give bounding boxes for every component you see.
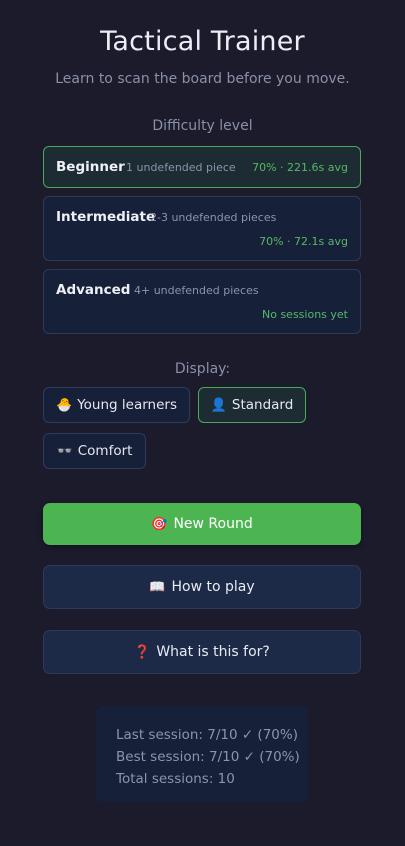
total-sessions-stat: Total sessions: 10 [116,771,235,787]
display-option-comfort[interactable]: 👓 Comfort [43,433,146,469]
new-round-label: New Round [173,516,253,532]
level-description: 2-3 undefended pieces [150,211,277,224]
page-title: Tactical Trainer [100,26,305,57]
display-option-young-learners[interactable]: 🐣 Young learners [43,387,190,423]
what-is-this-for-label: What is this for? [156,644,270,660]
how-to-play-button[interactable]: 📖 How to play [43,565,361,609]
best-session-stat: Best session: 7/10 ✓ (70%) [116,749,300,765]
target-icon: 🎯 [151,516,168,532]
level-stats: 70% · 72.1s avg [259,235,348,248]
person-icon: 👤 [210,397,227,413]
level-stats: 70% · 221.6s avg [252,161,348,174]
display-option-label: Young learners [77,397,177,413]
display-option-label: Comfort [77,443,133,459]
book-icon: 📖 [149,579,166,595]
how-to-play-label: How to play [171,579,255,595]
session-stats-panel: Last session: 7/10 ✓ (70%) Best session:… [96,706,308,802]
what-is-this-for-button[interactable]: ❓ What is this for? [43,630,361,674]
level-description: 4+ undefended pieces [134,284,259,297]
level-name: Intermediate [56,209,156,225]
display-option-label: Standard [231,397,294,413]
app-screen: Tactical Trainer Learn to scan the board… [0,0,405,846]
difficulty-label: Difficulty level [152,118,253,134]
level-stats: No sessions yet [262,308,348,321]
difficulty-option-advanced[interactable]: Advanced 4+ undefended pieces No session… [43,269,361,334]
glasses-icon: 👓 [56,443,73,459]
level-name: Beginner [56,159,125,175]
question-icon: ❓ [134,644,151,660]
display-label: Display: [174,361,231,377]
page-subtitle: Learn to scan the board before you move. [55,71,350,87]
difficulty-option-beginner[interactable]: Beginner 1 undefended piece 70% · 221.6s… [43,146,361,188]
level-name: Advanced [56,282,131,298]
last-session-stat: Last session: 7/10 ✓ (70%) [116,727,298,743]
chick-icon: 🐣 [56,397,73,413]
new-round-button[interactable]: 🎯 New Round [43,503,361,545]
difficulty-option-intermediate[interactable]: Intermediate 2-3 undefended pieces 70% ·… [43,196,361,261]
display-option-standard[interactable]: 👤 Standard [198,387,306,423]
level-description: 1 undefended piece [126,161,236,174]
